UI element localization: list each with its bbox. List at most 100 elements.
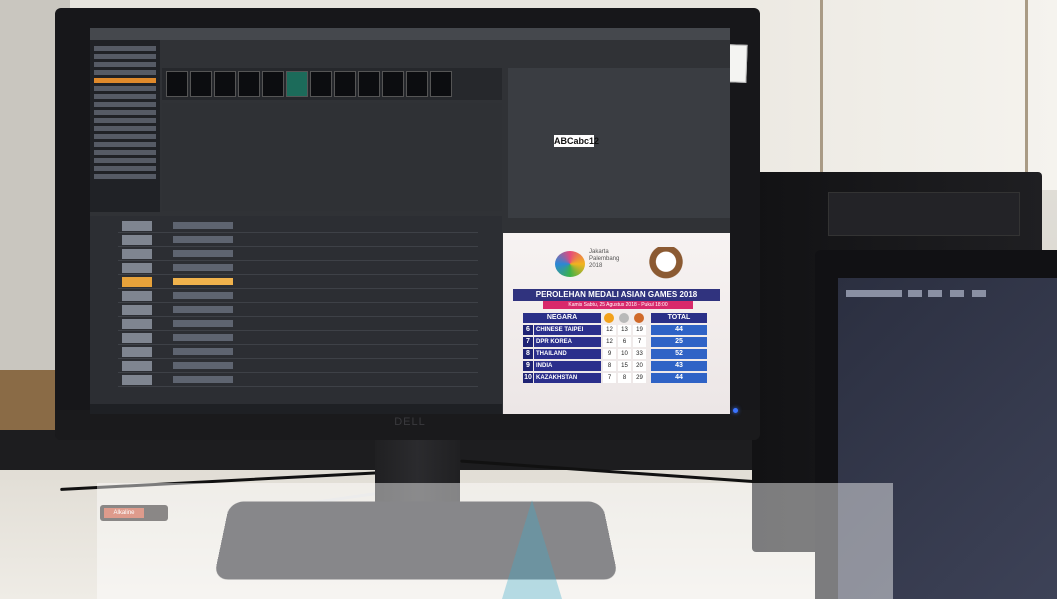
watermark-shape (502, 500, 562, 599)
header-negara: NEGARA (523, 313, 601, 323)
tree-item[interactable] (94, 126, 156, 131)
total-count: 44 (651, 325, 707, 335)
layer-row[interactable] (118, 290, 478, 303)
status-bar (90, 404, 502, 414)
scene-thumbnail-strip[interactable] (162, 68, 502, 100)
tree-item[interactable] (94, 174, 156, 179)
scene-thumbnail[interactable] (262, 71, 284, 97)
tree-item[interactable] (94, 150, 156, 155)
rank: 9 (523, 361, 533, 371)
layer-row[interactable] (118, 318, 478, 331)
rank: 8 (523, 349, 533, 359)
total-count: 52 (651, 349, 707, 359)
bronze-medal-icon (634, 313, 644, 323)
scene-thumbnail[interactable] (382, 71, 404, 97)
tree-item[interactable] (94, 54, 156, 59)
medal-row: 8 THAILAND 9 10 33 52 (523, 349, 711, 359)
tree-item[interactable] (94, 166, 156, 171)
layer-row[interactable] (118, 220, 478, 233)
country-name: DPR KOREA (534, 337, 601, 347)
tree-item[interactable] (94, 102, 156, 107)
gold-medal-icon (604, 313, 614, 323)
total-count: 25 (651, 337, 707, 347)
text-properties-panel[interactable] (508, 68, 730, 218)
scene-thumbnail[interactable] (286, 71, 308, 97)
medal-row: 9 INDIA 8 15 20 43 (523, 361, 711, 371)
layer-row[interactable] (118, 304, 478, 317)
layer-row[interactable] (118, 360, 478, 373)
bronze-count: 20 (633, 361, 646, 371)
tree-item[interactable] (94, 70, 156, 75)
tree-item[interactable] (94, 158, 156, 163)
layer-row[interactable] (118, 332, 478, 345)
tree-item-selected[interactable] (94, 78, 156, 83)
scene-thumbnail[interactable] (190, 71, 212, 97)
bronze-count: 19 (633, 325, 646, 335)
scene-thumbnail[interactable] (406, 71, 428, 97)
tree-item[interactable] (94, 118, 156, 123)
silver-count: 10 (618, 349, 631, 359)
medal-row: 10 KAZAKHSTAN 7 8 29 44 (523, 373, 711, 383)
panel-seam (1025, 0, 1028, 190)
header-total: TOTAL (651, 313, 707, 323)
layer-list-panel[interactable] (90, 216, 502, 414)
right-partition-panels (740, 0, 1057, 190)
tree-item[interactable] (94, 134, 156, 139)
gold-count: 7 (603, 373, 616, 383)
tree-item[interactable] (94, 62, 156, 67)
medal-table-header: NEGARA TOTAL (523, 313, 711, 323)
gold-count: 12 (603, 325, 616, 335)
monitor-screen: ABCabc12 Jakarta Palembang 2018 PEROLEHA… (90, 28, 730, 414)
country-name: CHINESE TAIPEI (534, 325, 601, 335)
scene-thumbnail[interactable] (310, 71, 332, 97)
scene-thumbnail[interactable] (334, 71, 356, 97)
country-name: KAZAKHSTAN (534, 373, 601, 383)
rank: 6 (523, 325, 533, 335)
tree-item[interactable] (94, 110, 156, 115)
power-led-icon[interactable] (733, 408, 738, 413)
logo-line: Palembang (589, 256, 620, 262)
silver-count: 13 (618, 325, 631, 335)
asian-games-logo-icon (555, 251, 585, 277)
medal-title-banner: PEROLEHAN MEDALI ASIAN GAMES 2018 (513, 289, 720, 301)
scene-thumbnail[interactable] (238, 71, 260, 97)
bronze-count: 33 (633, 349, 646, 359)
layer-row[interactable] (118, 374, 478, 387)
panel-seam (820, 0, 823, 190)
logo-line: 2018 (589, 263, 603, 269)
medal-row: 7 DPR KOREA 12 6 7 25 (523, 337, 711, 347)
country-name: INDIA (534, 361, 601, 371)
font-preview: ABCabc12 (554, 135, 600, 147)
monitor-brand-logo: DELL (394, 416, 426, 428)
layer-row[interactable] (118, 262, 478, 275)
medal-subtitle: Kamis Sabtu, 25 Agustus 2018 - Pukul 18:… (543, 301, 693, 309)
silver-count: 8 (618, 373, 631, 383)
silver-count: 6 (618, 337, 631, 347)
scene-thumbnail[interactable] (214, 71, 236, 97)
tree-item[interactable] (94, 142, 156, 147)
wooden-shelf (0, 370, 60, 435)
scene-thumbnail[interactable] (358, 71, 380, 97)
layer-row[interactable] (118, 234, 478, 247)
rank: 10 (523, 373, 533, 383)
scene-thumbnail[interactable] (430, 71, 452, 97)
layer-row-selected[interactable] (118, 276, 478, 289)
bronze-count: 29 (633, 373, 646, 383)
gold-count: 8 (603, 361, 616, 371)
toolbar-icon (928, 290, 942, 297)
tree-item[interactable] (94, 94, 156, 99)
silver-medal-icon (619, 313, 629, 323)
scene-tree-panel[interactable] (90, 40, 160, 212)
layer-row[interactable] (118, 346, 478, 359)
country-name: THAILAND (534, 349, 601, 359)
total-count: 44 (651, 373, 707, 383)
medal-row: 6 CHINESE TAIPEI 12 13 19 44 (523, 325, 711, 335)
app-menubar[interactable] (90, 28, 730, 40)
tree-item[interactable] (94, 46, 156, 51)
tree-item[interactable] (94, 86, 156, 91)
scene-workspace[interactable] (162, 103, 502, 211)
rank: 7 (523, 337, 533, 347)
scene-thumbnail[interactable] (166, 71, 188, 97)
toolbar-icon (908, 290, 922, 297)
layer-row[interactable] (118, 248, 478, 261)
